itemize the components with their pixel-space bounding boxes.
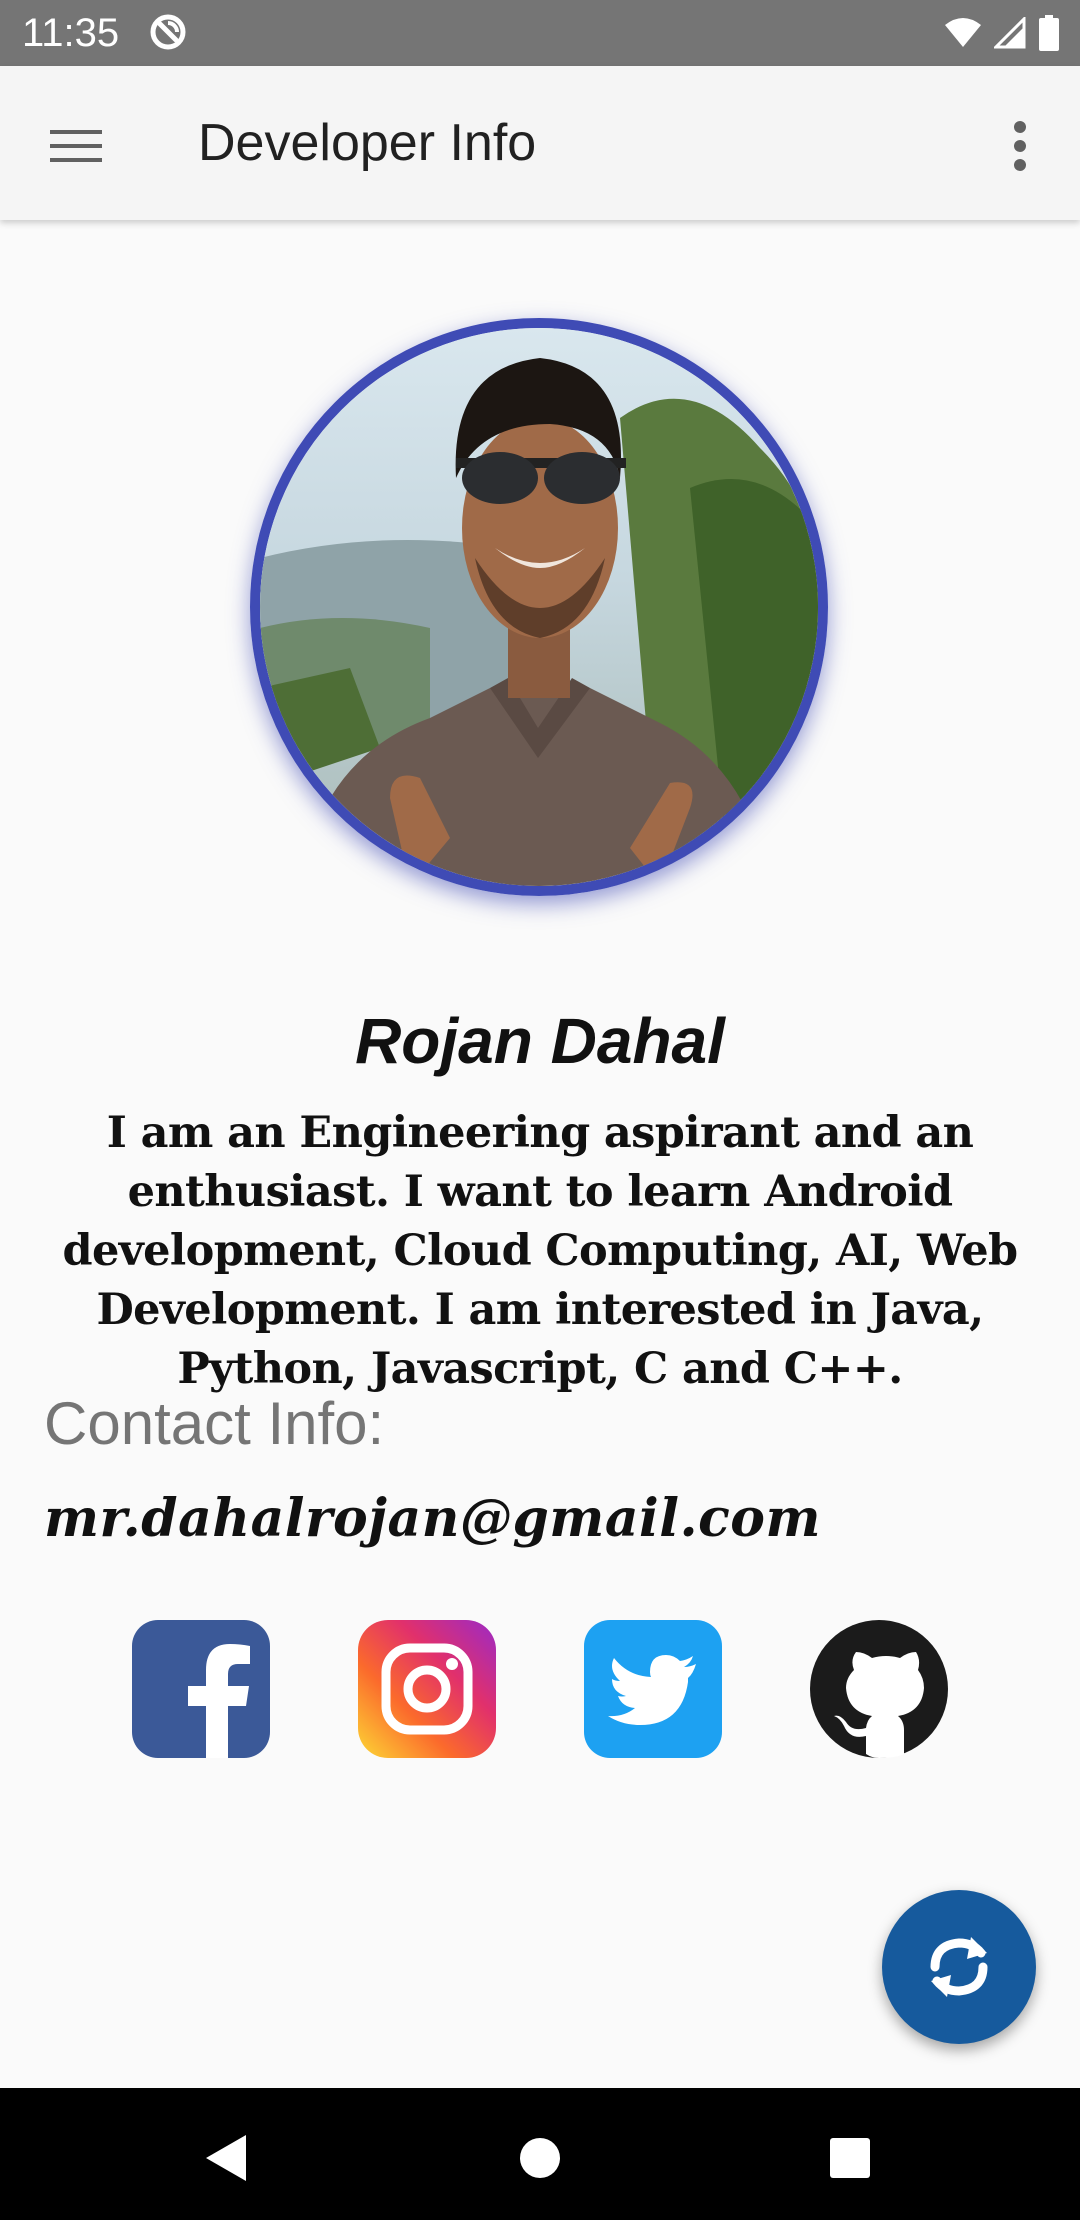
recents-button[interactable] [810,2118,890,2198]
home-button[interactable] [500,2118,580,2198]
profile-photo [260,328,818,886]
instagram-button[interactable] [358,1620,496,1758]
facebook-icon [132,1620,270,1758]
twitter-button[interactable] [584,1620,722,1758]
app-notification-icon [148,12,188,52]
signal-icon [994,17,1026,49]
social-links [0,1620,1080,1758]
avatar [250,318,828,896]
more-vert-icon [1014,121,1026,171]
app-bar: Developer Info [0,66,1080,220]
page-title: Developer Info [198,114,537,172]
twitter-icon [584,1620,722,1758]
developer-bio: I am an Engineering aspirant and an enth… [62,1108,1019,1394]
developer-name: Rojan Dahal [355,1005,725,1077]
contact-heading: Contact Info: [44,1390,385,1457]
contact-email[interactable]: mr.dahalrojan@gmail.com [44,1484,821,1554]
github-icon [810,1620,948,1758]
back-icon [206,2135,246,2181]
hamburger-menu-icon [50,130,102,162]
github-button[interactable] [810,1620,948,1758]
status-bar: 11:35 [0,0,1080,66]
home-icon [520,2138,560,2178]
back-button[interactable] [186,2118,266,2198]
refresh-fab[interactable] [882,1890,1036,2044]
menu-button[interactable] [36,106,116,186]
refresh-icon [930,1937,988,1997]
battery-icon [1038,15,1060,51]
navigation-bar [0,2088,1080,2220]
status-time: 11:35 [22,11,120,55]
recents-icon [830,2138,870,2178]
overflow-menu-button[interactable] [990,106,1050,186]
facebook-button[interactable] [132,1620,270,1758]
instagram-icon [358,1620,496,1758]
wifi-icon [944,17,982,49]
status-icons [944,10,1060,56]
